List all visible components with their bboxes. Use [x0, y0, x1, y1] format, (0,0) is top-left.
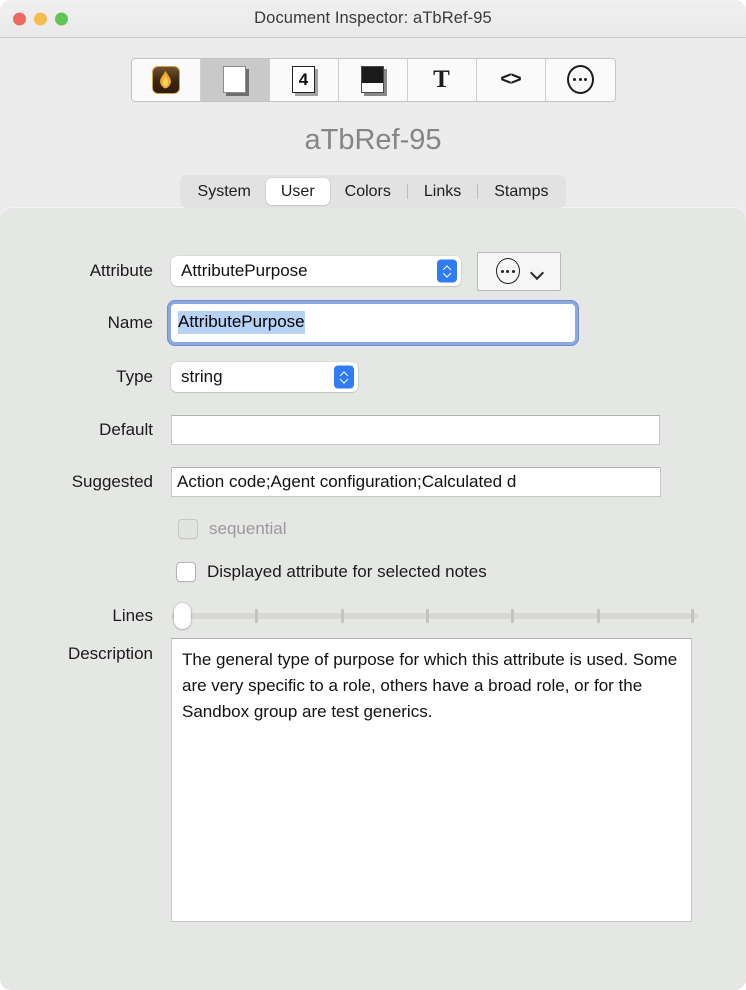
minimize-button[interactable] — [34, 12, 47, 25]
traffic-light-buttons — [13, 12, 68, 25]
default-label: Default — [99, 419, 153, 439]
default-input[interactable] — [171, 414, 660, 445]
window-title: Document Inspector: aTbRef-95 — [254, 9, 492, 27]
sequential-checkbox[interactable] — [178, 518, 198, 539]
document-half-icon — [361, 66, 384, 93]
attribute-form: Attribute AttributePurpose Name Attribut… — [0, 207, 746, 922]
slider-knob[interactable] — [174, 603, 191, 629]
toolbar-item-code[interactable]: <> — [476, 58, 546, 101]
title-bar: Document Inspector: aTbRef-95 — [0, 0, 746, 38]
sequential-checkbox-row[interactable]: sequential — [178, 518, 287, 539]
tinderbox-flame-icon — [151, 65, 180, 94]
tab-colors[interactable]: Colors — [330, 178, 406, 205]
name-label: Name — [107, 312, 153, 332]
stepper-arrows-icon — [334, 365, 354, 388]
document-inspector-window: Document Inspector: aTbRef-95 4 T <> aTb… — [0, 0, 746, 990]
zoom-button[interactable] — [55, 12, 68, 25]
more-options-icon — [566, 65, 594, 94]
document-name-heading: aTbRef-95 — [304, 124, 442, 156]
toolbar-item-more[interactable] — [545, 58, 615, 101]
tab-user[interactable]: User — [265, 178, 330, 205]
toolbar-item-tinderbox-flame[interactable] — [131, 58, 201, 101]
type-popup-value: string — [181, 366, 223, 386]
attribute-label: Attribute — [89, 261, 153, 280]
inspector-tab-bar-row: System User Colors Links Stamps — [0, 175, 746, 208]
tab-system[interactable]: System — [183, 178, 266, 205]
text-icon: T — [433, 66, 450, 93]
row-name: Name AttributePurpose — [0, 295, 746, 350]
stepper-arrows-icon — [437, 259, 457, 283]
lines-label: Lines — [112, 606, 153, 625]
displayed-attribute-label: Displayed attribute for selected notes — [207, 561, 487, 581]
close-button[interactable] — [13, 12, 26, 25]
attribute-popup-value: AttributePurpose — [181, 261, 308, 280]
ellipsis-circle-icon — [495, 258, 520, 284]
slider-ticks — [171, 609, 698, 623]
sequential-label: sequential — [209, 518, 287, 538]
type-label: Type — [116, 366, 153, 386]
row-default: Default — [0, 403, 746, 456]
displayed-attribute-checkbox[interactable] — [176, 561, 196, 582]
row-sequential: sequential — [0, 508, 746, 549]
attribute-actions-menu-button[interactable] — [477, 251, 561, 291]
toolbar-item-document-half[interactable] — [338, 58, 408, 101]
name-input-value: AttributePurpose — [178, 311, 305, 334]
suggested-label: Suggested — [71, 472, 153, 491]
row-displayed-attribute: Displayed attribute for selected notes — [0, 549, 746, 594]
tab-separator — [406, 184, 408, 199]
document-number-icon: 4 — [292, 66, 315, 93]
tab-links[interactable]: Links — [409, 178, 476, 205]
description-textarea[interactable]: The general type of purpose for which th… — [171, 638, 692, 922]
tab-separator — [477, 184, 479, 199]
row-description: Description The general type of purpose … — [0, 638, 746, 922]
row-lines: Lines — [0, 594, 746, 638]
name-input[interactable]: AttributePurpose — [171, 303, 575, 342]
row-suggested: Suggested Action code;Agent configuratio… — [0, 456, 746, 508]
code-icon: <> — [500, 68, 521, 90]
inspector-tab-bar: System User Colors Links Stamps — [179, 175, 567, 208]
inspector-toolbar: 4 T <> — [0, 38, 746, 121]
description-label: Description — [67, 644, 153, 663]
row-attribute: Attribute AttributePurpose — [0, 247, 746, 295]
document-icon — [223, 66, 246, 93]
toolbar-item-document-number[interactable]: 4 — [269, 58, 339, 101]
toolbar-item-text[interactable]: T — [407, 58, 477, 101]
inspector-segmented-control: 4 T <> — [130, 57, 616, 102]
user-attributes-panel: Attribute AttributePurpose Name Attribut… — [0, 207, 746, 990]
tab-stamps[interactable]: Stamps — [479, 178, 563, 205]
row-type: Type string — [0, 350, 746, 403]
type-popup-button[interactable]: string — [171, 361, 358, 392]
toolbar-item-document[interactable] — [200, 58, 270, 101]
attribute-popup-button[interactable]: AttributePurpose — [171, 256, 461, 286]
suggested-input[interactable]: Action code;Agent configuration;Calculat… — [171, 467, 661, 497]
lines-slider[interactable] — [171, 603, 698, 629]
displayed-attribute-checkbox-row[interactable]: Displayed attribute for selected notes — [176, 561, 487, 582]
chevron-down-icon — [531, 268, 543, 275]
